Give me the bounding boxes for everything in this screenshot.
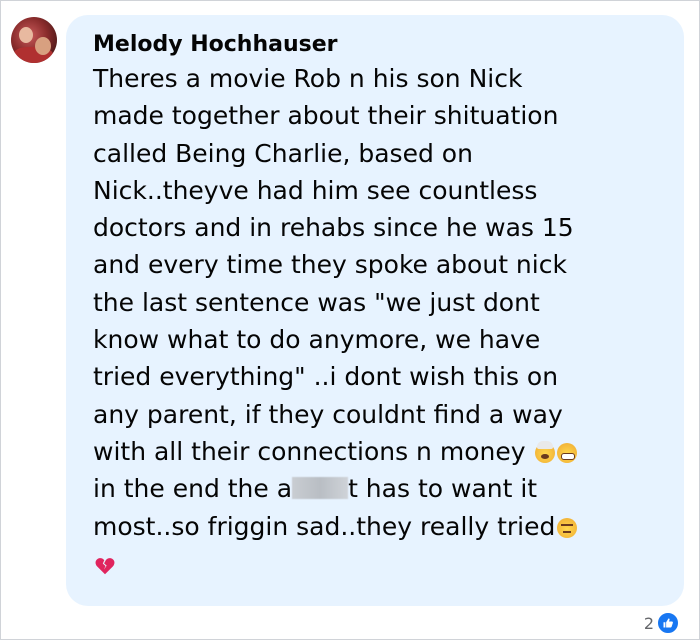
comment-line: in the end the a t has to want it — [93, 470, 673, 507]
exploding-head-emoji — [535, 440, 556, 463]
comment-line: Theres a movie Rob n his son Nick — [93, 64, 523, 93]
redacted-word — [292, 477, 349, 500]
comment-line-text: in the end the a — [93, 474, 293, 504]
comment-line: and every time they spoke about nick — [93, 250, 567, 280]
avatar[interactable] — [11, 17, 57, 63]
reaction-summary[interactable]: 2 — [644, 611, 680, 635]
comment-line-text: t has to want it — [348, 474, 538, 504]
comment-line: Nick..theyve had him see countless — [93, 175, 538, 205]
broken-heart-emoji — [95, 558, 115, 575]
comment-line: most..so friggin sad..they really tried — [93, 508, 673, 545]
comment-line-text: with all their connections n money — [93, 436, 526, 466]
comment-author-name[interactable]: Melody Hochhauser — [93, 32, 337, 57]
disappointed-face-emoji — [557, 517, 578, 538]
reaction-count: 2 — [643, 613, 654, 633]
comment-line: called Being Charlie, based on — [93, 138, 473, 168]
comment-line: any parent, if they couldnt find a way — [93, 399, 563, 429]
comment-line: tried everything" ..i dont wish this on — [93, 362, 559, 392]
comment-line: made together about their shituation — [93, 101, 559, 131]
comment-line: with all their connections n money — [93, 433, 673, 470]
comment-body: Theres a movie Rob n his son Nick made t… — [93, 60, 673, 545]
comment-line: doctors and in rehabs since he was 15 — [93, 213, 574, 243]
comment-line: the last sentence was "we just dont — [93, 287, 540, 317]
tired-face-emoji — [557, 442, 578, 463]
like-icon — [656, 611, 680, 635]
comment-line-text: most..so friggin sad..they really tried — [93, 511, 556, 541]
comment-line: know what to do anymore, we have — [93, 325, 541, 355]
